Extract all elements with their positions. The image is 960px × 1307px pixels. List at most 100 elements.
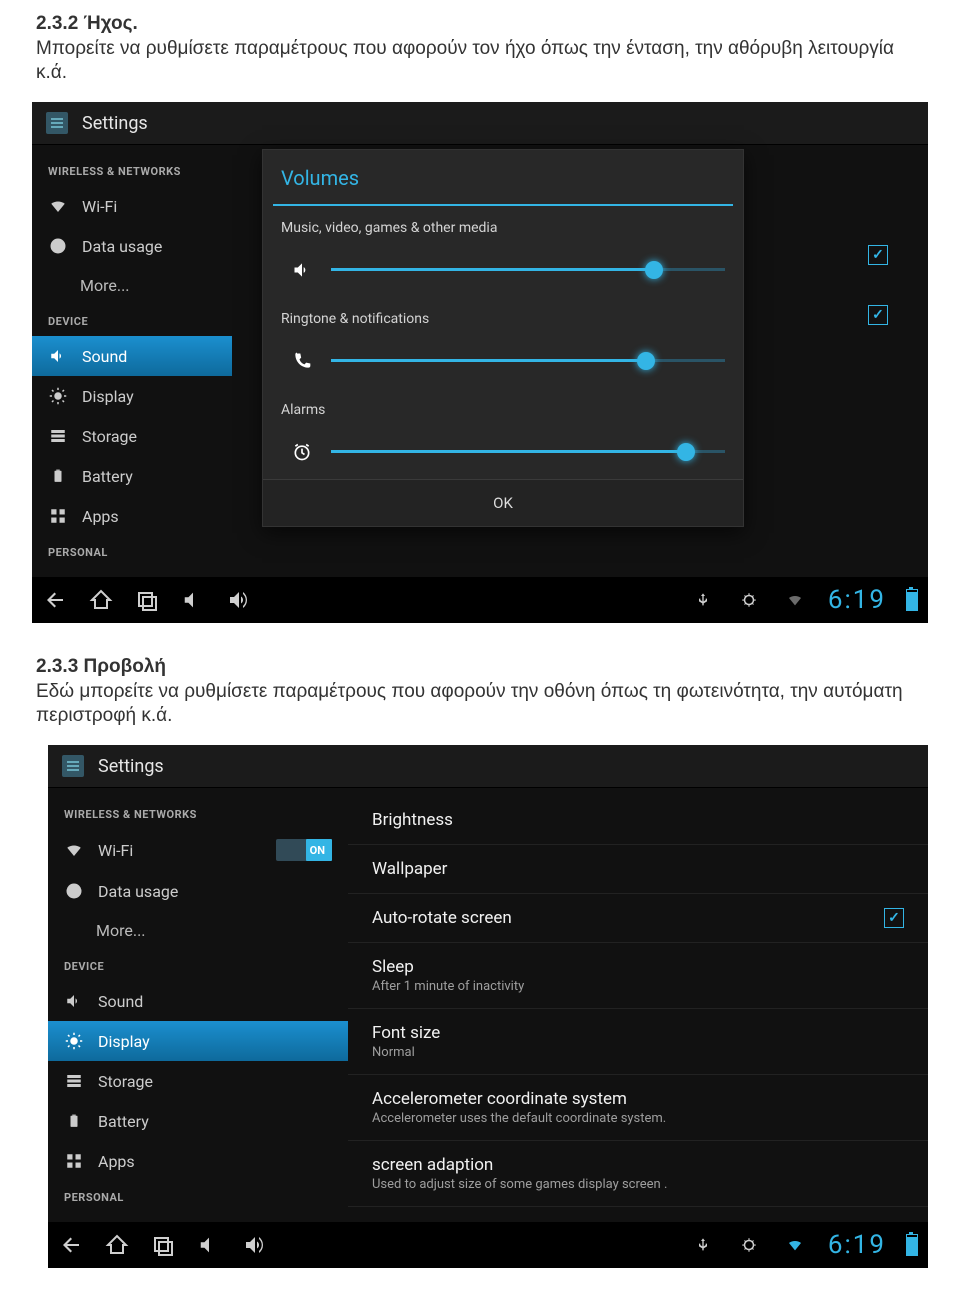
- volume-down-button[interactable]: [196, 1232, 222, 1258]
- settings-sidebar: WIRELESS & NETWORKS Wi-Fi ON Data usage …: [48, 788, 348, 1222]
- volume-up-button[interactable]: [226, 587, 252, 613]
- usb-icon: [690, 1232, 716, 1258]
- recent-apps-button[interactable]: [150, 1232, 176, 1258]
- display-icon: [64, 1031, 84, 1051]
- section-personal: PERSONAL: [32, 536, 232, 567]
- item-brightness[interactable]: Brightness: [348, 796, 928, 845]
- hidden-checkbox-1[interactable]: ✓: [868, 245, 888, 265]
- settings-sidebar: WIRELESS & NETWORKS Wi-Fi Data usage Mor…: [32, 145, 232, 577]
- section-device: DEVICE: [32, 305, 232, 336]
- sidebar-item-display[interactable]: Display: [48, 1021, 348, 1061]
- sound-label: Sound: [98, 992, 143, 1011]
- accel-sub: Accelerometer uses the default coordinat…: [372, 1111, 666, 1126]
- wifi-toggle[interactable]: ON: [276, 839, 332, 861]
- item-screen-adaption[interactable]: screen adaption Used to adjust size of s…: [348, 1141, 928, 1207]
- speaker-icon: [291, 259, 313, 281]
- battery-icon: [48, 466, 68, 486]
- autorotate-checkbox[interactable]: ✓: [884, 908, 904, 928]
- ok-button[interactable]: OK: [263, 479, 743, 526]
- media-slider[interactable]: [331, 268, 725, 271]
- sidebar-item-more[interactable]: More...: [32, 266, 232, 305]
- body-text: Εδώ μπορείτε να ρυθμίσετε παραμέτρους πο…: [36, 681, 903, 727]
- sidebar-item-apps[interactable]: Apps: [32, 496, 232, 536]
- item-sleep[interactable]: Sleep After 1 minute of inactivity: [348, 943, 928, 1009]
- volume-down-button[interactable]: [180, 587, 206, 613]
- wifi-status-icon: [782, 1232, 808, 1258]
- recent-apps-button[interactable]: [134, 587, 160, 613]
- ringtone-label: Ringtone & notifications: [281, 311, 725, 327]
- sidebar-item-display[interactable]: Display: [32, 376, 232, 416]
- wallpaper-label: Wallpaper: [372, 859, 447, 879]
- system-bar: 6:19: [32, 577, 928, 623]
- sidebar-item-data[interactable]: Data usage: [32, 226, 232, 266]
- wifi-icon: [64, 840, 84, 860]
- brightness-label: Brightness: [372, 810, 453, 830]
- ringtone-slider[interactable]: [331, 359, 725, 362]
- item-fontsize[interactable]: Font size Normal: [348, 1009, 928, 1075]
- autorotate-label: Auto-rotate screen: [372, 908, 512, 928]
- alarm-icon: [291, 441, 313, 463]
- screenshot-volumes: Settings WIRELESS & NETWORKS Wi-Fi Data …: [32, 102, 928, 623]
- storage-icon: [48, 426, 68, 446]
- sidebar-item-sound[interactable]: Sound: [48, 981, 348, 1021]
- phone-icon: [291, 350, 313, 372]
- data-label: Data usage: [82, 237, 162, 256]
- sidebar-item-data[interactable]: Data usage: [48, 871, 348, 911]
- clock: 6:19: [828, 585, 886, 615]
- settings-app-icon: [62, 755, 84, 777]
- volume-up-button[interactable]: [242, 1232, 268, 1258]
- alarms-slider[interactable]: [331, 450, 725, 453]
- heading-num: 2.3.3: [36, 656, 84, 677]
- sidebar-item-storage[interactable]: Storage: [32, 416, 232, 456]
- section-device: DEVICE: [48, 950, 348, 981]
- sidebar-item-battery[interactable]: Battery: [32, 456, 232, 496]
- section-wireless: WIRELESS & NETWORKS: [32, 155, 232, 186]
- sidebar-item-storage[interactable]: Storage: [48, 1061, 348, 1101]
- sidebar-item-sound[interactable]: Sound: [32, 336, 232, 376]
- volumes-dialog: Volumes Music, video, games & other medi…: [262, 149, 744, 527]
- item-wallpaper[interactable]: Wallpaper: [348, 845, 928, 894]
- sidebar-item-wifi[interactable]: Wi-Fi: [32, 186, 232, 226]
- storage-icon: [64, 1071, 84, 1091]
- ringtone-volume-group: Ringtone & notifications: [263, 297, 743, 388]
- sleep-sub: After 1 minute of inactivity: [372, 979, 524, 994]
- sidebar-item-battery[interactable]: Battery: [48, 1101, 348, 1141]
- debug-icon: [736, 587, 762, 613]
- back-button[interactable]: [42, 587, 68, 613]
- doc-section-display: 2.3.3 Προβολή Εδώ μπορείτε να ρυθμίσετε …: [0, 643, 960, 741]
- sidebar-item-more[interactable]: More...: [48, 911, 348, 950]
- home-button[interactable]: [88, 587, 114, 613]
- alarms-volume-group: Alarms: [263, 388, 743, 479]
- apps-label: Apps: [82, 507, 119, 526]
- battery-status-icon: [906, 589, 918, 611]
- heading-num: 2.3.2: [36, 13, 84, 34]
- dialog-title: Volumes: [263, 150, 743, 204]
- back-button[interactable]: [58, 1232, 84, 1258]
- hidden-checkbox-2[interactable]: ✓: [868, 305, 888, 325]
- main-content-area: ✓ ✓ Volumes Music, video, games & other …: [232, 145, 928, 577]
- storage-label: Storage: [98, 1072, 153, 1091]
- font-label: Font size: [372, 1023, 440, 1043]
- display-label: Display: [98, 1032, 150, 1051]
- apps-label: Apps: [98, 1152, 135, 1171]
- item-accelerometer[interactable]: Accelerometer coordinate system Accelero…: [348, 1075, 928, 1141]
- display-label: Display: [82, 387, 134, 406]
- sidebar-item-apps[interactable]: Apps: [48, 1141, 348, 1181]
- screenshot-display: Settings WIRELESS & NETWORKS Wi-Fi ON Da…: [48, 745, 928, 1268]
- apps-icon: [48, 506, 68, 526]
- alarms-label: Alarms: [281, 402, 725, 418]
- usb-icon: [690, 587, 716, 613]
- home-button[interactable]: [104, 1232, 130, 1258]
- debug-icon: [736, 1232, 762, 1258]
- battery-label: Battery: [98, 1112, 149, 1131]
- item-autorotate[interactable]: Auto-rotate screen ✓: [348, 894, 928, 943]
- settings-header: Settings: [48, 745, 928, 788]
- clock: 6:19: [828, 1230, 886, 1260]
- storage-label: Storage: [82, 427, 137, 446]
- sidebar-item-wifi[interactable]: Wi-Fi ON: [48, 829, 348, 871]
- display-settings-list: Brightness Wallpaper Auto-rotate screen …: [348, 788, 928, 1222]
- heading-title: Προβολή: [84, 656, 166, 677]
- settings-header: Settings: [32, 102, 928, 145]
- adapt-label: screen adaption: [372, 1155, 667, 1175]
- sound-icon: [48, 346, 68, 366]
